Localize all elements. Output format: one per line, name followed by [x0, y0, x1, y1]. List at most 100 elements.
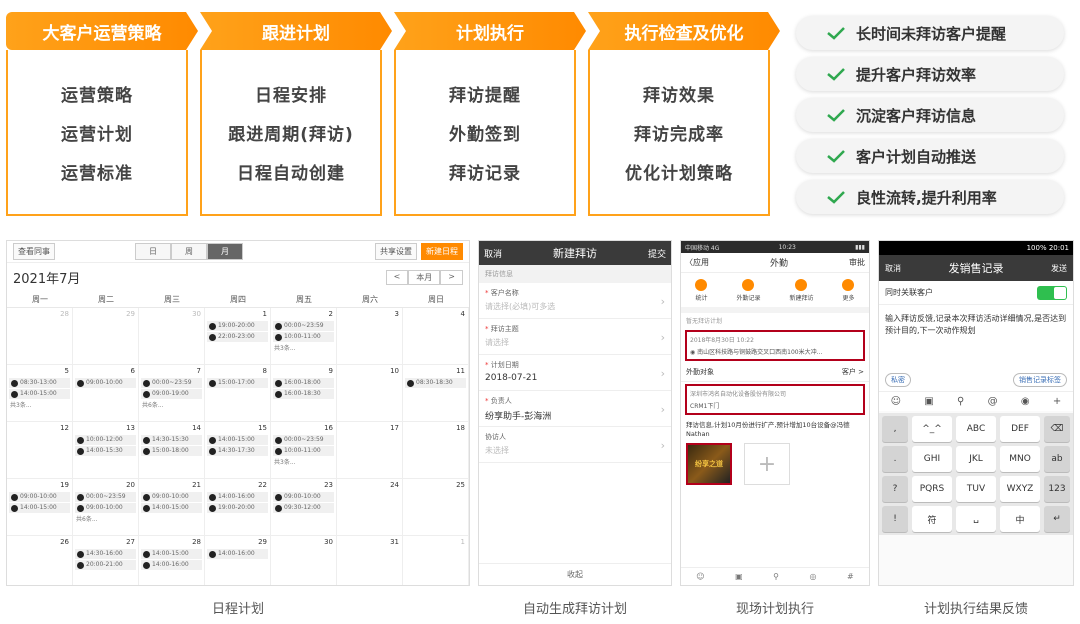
- calendar-day[interactable]: 21 09:00-10:00 14:00-15:00: [139, 479, 205, 536]
- approval-button[interactable]: 审批: [849, 257, 865, 268]
- form-field[interactable]: * 拜访主题 请选择 ›: [479, 319, 671, 355]
- calendar-day[interactable]: 11 08:30-18:30: [403, 365, 469, 422]
- cancel-button[interactable]: 取消: [885, 263, 901, 274]
- calendar-day[interactable]: 22 14:00-16:00 19:00-20:00: [205, 479, 271, 536]
- this-month-button[interactable]: 本月: [408, 269, 441, 285]
- checkin-location-box[interactable]: 2018年8月30日 10:22 ◉ 南山区科技路与铜鼓路交叉口西南100米大冲…: [685, 330, 865, 361]
- calendar-event[interactable]: 15:00-17:00: [207, 378, 268, 388]
- toolbar-icon[interactable]: ◎: [810, 572, 817, 581]
- keyboard-key[interactable]: GHI: [912, 446, 952, 472]
- keyboard-key[interactable]: ^_^: [912, 416, 952, 442]
- toolbar-icon[interactable]: #: [847, 572, 854, 581]
- calendar-event[interactable]: 14:00-15:30: [75, 446, 136, 456]
- form-field[interactable]: * 客户名称 请选择(必填)可多选 ›: [479, 283, 671, 319]
- keyboard-key[interactable]: 中: [1000, 506, 1040, 532]
- tab-month[interactable]: 月: [207, 243, 243, 260]
- camera-icon[interactable]: ▣: [924, 396, 933, 407]
- location-icon[interactable]: ◉: [1021, 396, 1030, 407]
- toolbar-icon[interactable]: ☺: [696, 572, 704, 581]
- calendar-event[interactable]: 00:00~23:59: [75, 492, 136, 502]
- toolbar-icon[interactable]: ⚲: [773, 572, 779, 581]
- calendar-event[interactable]: 14:30-16:00: [75, 549, 136, 559]
- calendar-event[interactable]: 00:00~23:59: [141, 378, 202, 388]
- calendar-day[interactable]: 25: [403, 479, 469, 536]
- calendar-event[interactable]: 14:30-15:30: [141, 435, 202, 445]
- calendar-event[interactable]: 08:30-18:30: [405, 378, 466, 388]
- calendar-day[interactable]: 15 14:00-15:00 14:30-17:30: [205, 422, 271, 479]
- calendar-day[interactable]: 10: [337, 365, 403, 422]
- calendar-day[interactable]: 30: [139, 308, 205, 365]
- calendar-day[interactable]: 17: [337, 422, 403, 479]
- keyboard-key[interactable]: JKL: [956, 446, 996, 472]
- calendar-event[interactable]: 22:00-23:00: [207, 332, 268, 342]
- calendar-event[interactable]: 08:30-13:00: [9, 378, 70, 388]
- calendar-day[interactable]: 16 00:00~23:59 10:00-11:00 共3条...: [271, 422, 337, 479]
- calendar-event[interactable]: 14:00-15:00: [141, 503, 202, 513]
- submit-button[interactable]: 提交: [648, 247, 666, 260]
- next-month-button[interactable]: >: [440, 269, 463, 285]
- calendar-event[interactable]: 14:00-15:00: [9, 389, 70, 399]
- calendar-event[interactable]: 09:00-10:00: [75, 503, 136, 513]
- private-button[interactable]: 私密: [885, 373, 911, 387]
- more-events-link[interactable]: 共3条...: [271, 457, 336, 466]
- form-field[interactable]: * 计划日期 2018-07-21 ›: [479, 355, 671, 391]
- keyboard-key[interactable]: ⌫: [1044, 416, 1070, 442]
- tool-item[interactable]: 更多: [842, 278, 855, 302]
- keyboard-key[interactable]: ↵: [1044, 506, 1070, 532]
- keyboard-key[interactable]: ?: [882, 476, 908, 502]
- calendar-event[interactable]: 19:00-20:00: [207, 503, 268, 513]
- sales-tag-button[interactable]: 销售记录标签: [1013, 373, 1067, 387]
- send-button[interactable]: 发送: [1051, 263, 1067, 274]
- attached-photo[interactable]: 纷享之道: [686, 443, 732, 485]
- mic-icon[interactable]: ⚲: [957, 396, 964, 407]
- keyboard-key[interactable]: DEF: [1000, 416, 1040, 442]
- calendar-day[interactable]: 1 19:00-20:00 22:00-23:00: [205, 308, 271, 365]
- more-events-link[interactable]: 共3条...: [7, 400, 72, 409]
- keyboard-key[interactable]: !: [882, 506, 908, 532]
- link-customer-toggle[interactable]: [1037, 285, 1067, 300]
- calendar-event[interactable]: 14:00-15:00: [9, 503, 70, 513]
- calendar-event[interactable]: 09:00-10:00: [9, 492, 70, 502]
- calendar-day[interactable]: 14 14:30-15:30 15:00-18:00: [139, 422, 205, 479]
- calendar-day[interactable]: 9 16:00-18:00 16:00-18:30: [271, 365, 337, 422]
- calendar-day[interactable]: 29 14:00-16:00: [205, 536, 271, 585]
- calendar-event[interactable]: 14:00-16:00: [207, 549, 268, 559]
- calendar-day[interactable]: 30: [271, 536, 337, 585]
- cancel-button[interactable]: 取消: [484, 247, 502, 260]
- target-type-selector[interactable]: 客户 >: [842, 367, 864, 377]
- more-events-link[interactable]: 共6条...: [73, 514, 138, 523]
- calendar-day[interactable]: 28: [7, 308, 73, 365]
- keyboard-key[interactable]: ,: [882, 416, 908, 442]
- toolbar-icon[interactable]: ▣: [735, 572, 743, 581]
- calendar-day[interactable]: 27 14:30-16:00 20:00-21:00: [73, 536, 139, 585]
- calendar-day[interactable]: 29: [73, 308, 139, 365]
- plus-icon[interactable]: +: [1053, 396, 1061, 407]
- calendar-day[interactable]: 13 10:00-12:00 14:00-15:30: [73, 422, 139, 479]
- calendar-day[interactable]: 20 00:00~23:59 09:00-10:00 共6条...: [73, 479, 139, 536]
- calendar-event[interactable]: 16:00-18:00: [273, 378, 334, 388]
- keyboard-key[interactable]: .: [882, 446, 908, 472]
- keyboard-key[interactable]: TUV: [956, 476, 996, 502]
- calendar-event[interactable]: 20:00-21:00: [75, 560, 136, 570]
- calendar-event[interactable]: 00:00~23:59: [273, 435, 334, 445]
- calendar-day[interactable]: 6 09:00-10:00: [73, 365, 139, 422]
- back-button[interactable]: 〈应用: [685, 257, 709, 268]
- calendar-day[interactable]: 28 14:00-15:00 14:00-16:00: [139, 536, 205, 585]
- calendar-day[interactable]: 31: [337, 536, 403, 585]
- calendar-event[interactable]: 16:00-18:30: [273, 389, 334, 399]
- keyboard-key[interactable]: 123: [1044, 476, 1070, 502]
- calendar-event[interactable]: 10:00-12:00: [75, 435, 136, 445]
- calendar-day[interactable]: 4: [403, 308, 469, 365]
- keyboard-key[interactable]: 符: [912, 506, 952, 532]
- calendar-day[interactable]: 19 09:00-10:00 14:00-15:00: [7, 479, 73, 536]
- emoji-icon[interactable]: ☺: [891, 396, 901, 407]
- calendar-event[interactable]: 14:00-16:00: [207, 492, 268, 502]
- calendar-day[interactable]: 3: [337, 308, 403, 365]
- tab-day[interactable]: 日: [135, 243, 171, 260]
- calendar-event[interactable]: 00:00~23:59: [273, 321, 334, 331]
- more-events-link[interactable]: 共6条...: [139, 400, 204, 409]
- calendar-event[interactable]: 10:00-11:00: [273, 446, 334, 456]
- form-field[interactable]: * 负责人 纷享助手-彭海洲 ›: [479, 391, 671, 427]
- feedback-textarea[interactable]: 输入拜访反馈,记录本次拜访活动详细情况,是否达到预计目的,下一次动作规划: [879, 305, 1073, 369]
- prev-month-button[interactable]: <: [385, 269, 409, 285]
